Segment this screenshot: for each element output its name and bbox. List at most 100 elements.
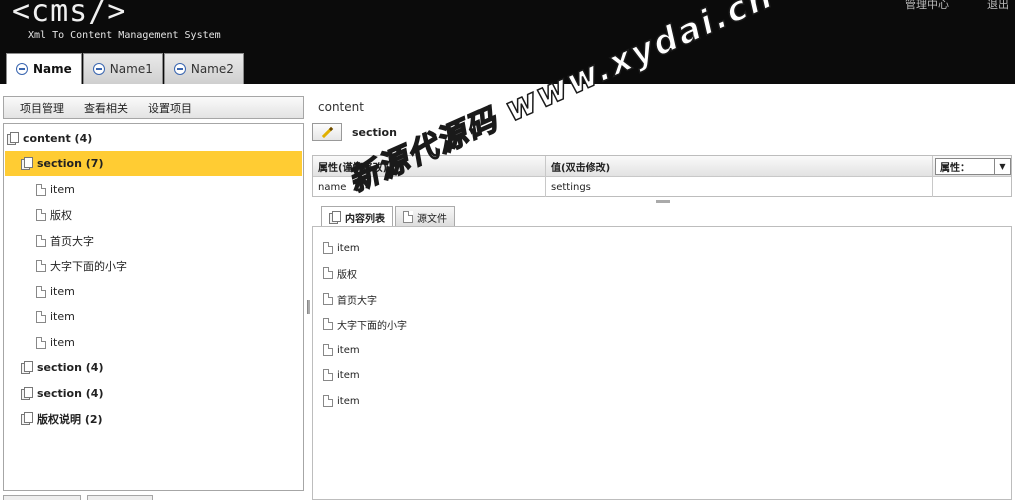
edit-button[interactable] (312, 123, 342, 141)
breadcrumb: content (318, 100, 364, 114)
document-icon (323, 242, 333, 254)
list-item-label: item (337, 369, 360, 381)
documents-icon (7, 132, 19, 145)
grid-header: 属性(谨慎修改) 值(双击修改) (313, 156, 1011, 177)
attribute-select[interactable]: 属性： ▼ (935, 158, 1011, 175)
tree-node-section-selected[interactable]: section (7) (5, 151, 302, 176)
tree-node-label: 大字下面的小字 (50, 259, 127, 273)
list-item-label: 版权 (337, 269, 357, 281)
list-item[interactable]: 版权 (323, 263, 357, 283)
list-item[interactable]: 大字下面的小字 (323, 314, 407, 334)
tree-node-section[interactable]: section (4) (21, 355, 103, 380)
tree-node-label: item (50, 310, 75, 323)
documents-icon (21, 387, 33, 400)
minus-circle-icon (16, 63, 28, 75)
tree-node-label: item (50, 183, 75, 196)
logout-link[interactable]: 退出 (987, 0, 1009, 12)
list-item[interactable]: 首页大字 (323, 289, 377, 309)
list-item-label: 大字下面的小字 (337, 320, 407, 332)
list-item-label: item (337, 395, 360, 407)
list-item[interactable]: item (323, 391, 360, 411)
tree-node-item[interactable]: item (36, 177, 75, 202)
column-header-value: 值(双击修改) (546, 156, 933, 176)
tab-name1[interactable]: Name1 (82, 53, 163, 84)
documents-icon (21, 157, 33, 170)
document-icon (323, 369, 333, 381)
tree-node-label: 版权说明 (2) (37, 412, 103, 426)
tree-node-content[interactable]: content (4) (7, 126, 300, 151)
tab-content-list[interactable]: 内容列表 (321, 206, 393, 227)
admin-center-link[interactable]: 管理中心 (905, 0, 949, 12)
tree-node-item[interactable]: 大字下面的小字 (36, 253, 127, 278)
dropdown-arrow-icon: ▼ (994, 159, 1010, 174)
tree-node-label: 首页大字 (50, 234, 94, 248)
current-node-label: section (352, 125, 397, 139)
document-icon (36, 310, 46, 323)
menu-view-related[interactable]: 查看相关 (84, 100, 128, 116)
tagline: Xml To Content Management System (28, 30, 221, 41)
list-item-label: item (337, 242, 360, 254)
document-icon (323, 318, 333, 330)
content-tree: content (4) section (7) item 版权 首页大字 大字下… (3, 123, 304, 491)
sub-tabs: 内容列表 源文件 (321, 206, 457, 227)
list-item-label: item (337, 344, 360, 356)
logo: <cms/> (12, 0, 127, 29)
tree-node-item[interactable]: 版权 (36, 202, 72, 227)
tree-node-section[interactable]: section (4) (21, 381, 103, 406)
tree-node-item[interactable]: 首页大字 (36, 228, 94, 253)
bottom-button[interactable] (3, 495, 81, 500)
cell-attribute: name (313, 177, 546, 197)
bottom-button[interactable] (87, 495, 153, 500)
pencil-icon (321, 126, 333, 138)
minus-circle-icon (92, 63, 105, 75)
tab-label: Name2 (190, 62, 234, 76)
tree-node-label: content (4) (23, 132, 93, 145)
menu-project-manage[interactable]: 项目管理 (20, 100, 64, 116)
documents-icon (21, 361, 33, 374)
document-icon (36, 234, 46, 247)
documents-icon (329, 210, 341, 224)
app-header: <cms/> Xml To Content Management System … (0, 0, 1015, 84)
document-icon (36, 336, 46, 349)
edit-row: section (312, 123, 397, 141)
list-item[interactable]: item (323, 340, 360, 360)
subtab-label: 源文件 (417, 213, 447, 225)
minus-circle-icon (173, 63, 186, 75)
left-menubar: 项目管理 查看相关 设置项目 (3, 96, 304, 119)
subtab-label: 内容列表 (345, 213, 385, 225)
tab-name2[interactable]: Name2 (163, 53, 244, 84)
attribute-select-label: 属性： (940, 163, 970, 174)
tab-name[interactable]: Name (6, 53, 82, 84)
vertical-splitter-handle[interactable] (307, 300, 310, 314)
tree-node-copyright[interactable]: 版权说明 (2) (21, 406, 103, 431)
left-bottom-buttons (3, 495, 153, 500)
menu-project-settings[interactable]: 设置项目 (148, 100, 192, 116)
tree-node-label: 版权 (50, 208, 72, 222)
tab-source-file[interactable]: 源文件 (395, 206, 455, 227)
horizontal-splitter-handle[interactable] (656, 200, 670, 203)
cell-empty (933, 177, 1011, 197)
document-icon (323, 267, 333, 279)
cell-value[interactable]: settings (546, 177, 933, 197)
document-icon (323, 293, 333, 305)
tree-node-label: section (7) (37, 157, 104, 170)
tree-node-item[interactable]: item (36, 304, 75, 329)
list-item[interactable]: item (323, 365, 360, 385)
tree-node-label: section (4) (37, 387, 104, 400)
list-item[interactable]: item (323, 238, 360, 258)
document-icon (36, 259, 46, 272)
tree-node-label: section (4) (37, 361, 104, 374)
document-icon (36, 208, 46, 221)
attribute-grid: 属性(谨慎修改) 值(双击修改) 属性： ▼ name settings (312, 155, 1012, 197)
table-row[interactable]: name settings (313, 177, 1011, 197)
top-links: 管理中心 退出 (905, 0, 1009, 12)
tree-node-item[interactable]: item (36, 330, 75, 355)
tree-node-item[interactable]: item (36, 279, 75, 304)
tab-label: Name (33, 62, 72, 76)
content-list: item 版权 首页大字 大字下面的小字 item item item (312, 226, 1012, 500)
document-icon (323, 395, 333, 407)
document-icon (403, 211, 413, 223)
documents-icon (21, 412, 33, 425)
tab-label: Name1 (109, 62, 153, 76)
tree-node-label: item (50, 285, 75, 298)
